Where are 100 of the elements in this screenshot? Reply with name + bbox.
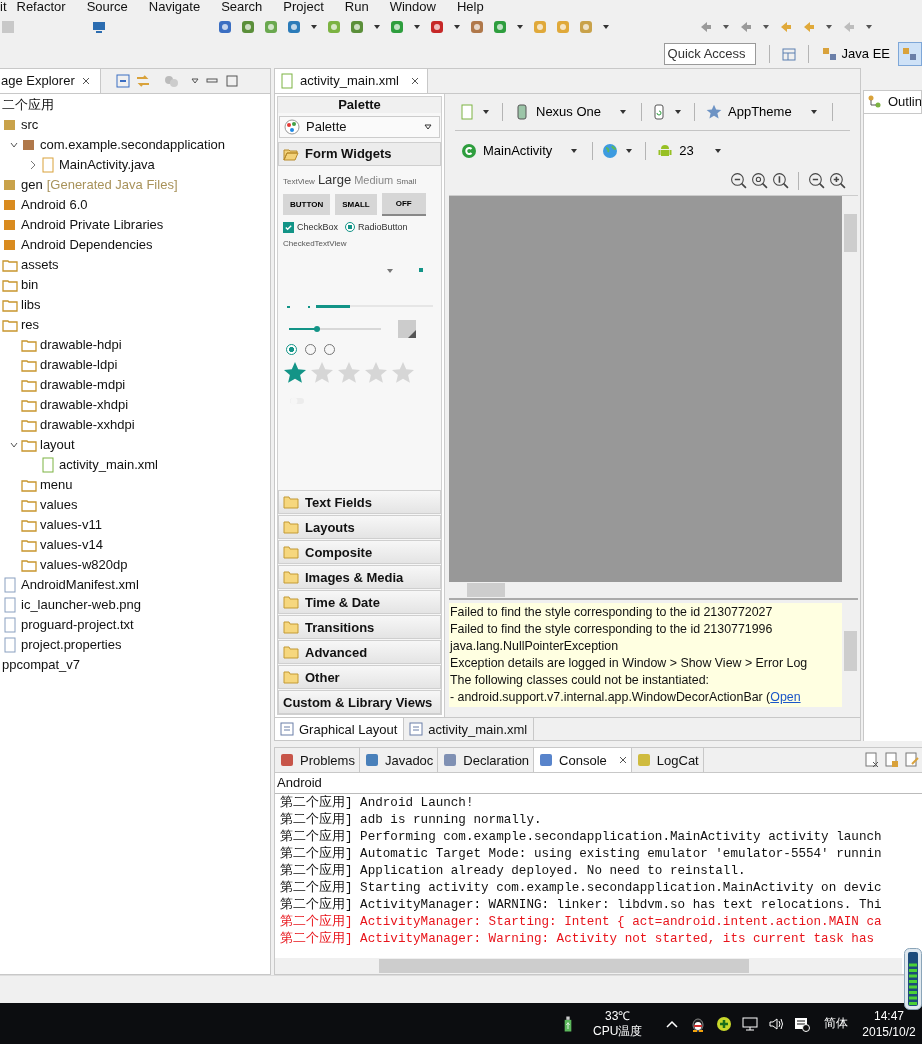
- palette-category[interactable]: Form Widgets: [278, 141, 441, 166]
- tree-item[interactable]: Android 6.0: [21, 197, 88, 212]
- palette-category[interactable]: Advanced: [278, 640, 441, 664]
- usb-drive-icon[interactable]: [563, 1014, 573, 1033]
- caret-icon[interactable]: [825, 22, 833, 31]
- tree-item[interactable]: drawable-hdpi: [40, 337, 122, 352]
- penguin-icon[interactable]: [690, 1015, 707, 1032]
- main-menu-entry[interactable]: Window: [389, 0, 436, 14]
- zoom-100-icon[interactable]: [772, 172, 789, 189]
- close-icon[interactable]: [618, 756, 627, 764]
- checked-textview-widget[interactable]: CheckedTextView: [283, 238, 436, 248]
- main-menu-entry[interactable]: Search: [221, 0, 263, 14]
- globe-icon[interactable]: [602, 142, 619, 159]
- tree-item[interactable]: values-v14: [40, 537, 103, 552]
- tree-item[interactable]: Android Private Libraries: [21, 217, 164, 232]
- open-perspective-icon[interactable]: [780, 45, 797, 62]
- tree-item[interactable]: Android Dependencies: [21, 237, 153, 252]
- zoom-in-icon[interactable]: [829, 172, 846, 189]
- tree-item[interactable]: drawable-xxhdpi: [40, 417, 135, 432]
- tree-item[interactable]: menu: [40, 477, 73, 492]
- caret-icon[interactable]: [602, 22, 610, 31]
- tree-item[interactable]: ppcompat_v7: [2, 657, 81, 672]
- tree-item[interactable]: assets: [21, 257, 59, 272]
- link-editor-icon[interactable]: [134, 72, 151, 89]
- palette-dropdown[interactable]: Palette: [279, 115, 440, 138]
- editor-mode-tab[interactable]: Graphical Layout: [275, 718, 405, 740]
- view-menu-icon[interactable]: [190, 76, 199, 85]
- palette-category[interactable]: Composite: [278, 540, 441, 564]
- tree-item[interactable]: project.properties: [21, 637, 122, 652]
- caret-icon[interactable]: [373, 22, 381, 31]
- main-menu-entry[interactable]: Project: [283, 0, 324, 14]
- zoom-real-size-icon[interactable]: [751, 172, 768, 189]
- open-link[interactable]: Open: [770, 689, 801, 704]
- view-tab[interactable]: Outlin: [863, 89, 922, 114]
- close-icon[interactable]: [81, 76, 90, 85]
- view-tab[interactable]: Javadoc: [359, 748, 439, 772]
- seekbar-track[interactable]: [289, 327, 381, 330]
- caret-icon[interactable]: [482, 107, 490, 116]
- caret-icon[interactable]: [722, 22, 730, 31]
- tree-item[interactable]: values: [40, 497, 78, 512]
- caret-icon[interactable]: [413, 22, 421, 31]
- tree-item[interactable]: values-v11: [40, 517, 102, 532]
- zoom-fit-icon[interactable]: [730, 172, 747, 189]
- caret-icon[interactable]: [625, 146, 634, 155]
- caret-icon[interactable]: [310, 22, 318, 31]
- pin-console-icon[interactable]: [904, 752, 920, 768]
- view-tab[interactable]: LogCat: [631, 748, 704, 772]
- tree-item[interactable]: src: [21, 117, 39, 132]
- palette-category[interactable]: Other: [278, 665, 441, 689]
- theme-dropdown[interactable]: AppTheme: [704, 103, 823, 120]
- button-widget[interactable]: OFF: [381, 192, 426, 216]
- zoom-out-icon[interactable]: [808, 172, 825, 189]
- tree-item[interactable]: values-w820dp: [40, 557, 128, 572]
- expand-toggle-icon[interactable]: [28, 159, 38, 170]
- tree-item[interactable]: bin: [21, 277, 39, 292]
- perspective-button[interactable]: [898, 41, 922, 66]
- tree-item[interactable]: 二个应用: [2, 95, 54, 114]
- meter-widget-drawing[interactable]: [904, 948, 922, 1010]
- textview-widget[interactable]: Large: [317, 171, 352, 187]
- clock-time[interactable]: 14:47: [874, 1007, 905, 1024]
- main-menu-entry[interactable]: Run: [344, 0, 369, 14]
- tree-item[interactable]: libs: [21, 297, 41, 312]
- activity-dropdown[interactable]: MainActivity: [459, 142, 584, 159]
- view-tab[interactable]: Problems: [275, 748, 360, 772]
- clock-date[interactable]: 2015/10/2: [862, 1023, 916, 1040]
- palette-category[interactable]: Images & Media: [278, 565, 441, 589]
- caret-icon[interactable]: [674, 107, 683, 116]
- close-icon[interactable]: [410, 76, 419, 85]
- palette-category[interactable]: Text Fields: [278, 490, 441, 514]
- palette-category[interactable]: Custom & Library Views: [278, 690, 441, 714]
- tree-item[interactable]: ic_launcher-web.png: [21, 597, 141, 612]
- tree-item[interactable]: res: [21, 317, 40, 332]
- radio-button[interactable]: [286, 343, 297, 355]
- caret-icon[interactable]: [453, 22, 461, 31]
- textview-widget[interactable]: Medium: [354, 173, 394, 186]
- caret-icon[interactable]: [762, 22, 770, 31]
- caret-icon[interactable]: [516, 22, 524, 31]
- tree-item[interactable]: com.example.secondapplication: [40, 137, 225, 152]
- radio-button[interactable]: [345, 222, 356, 232]
- tree-item[interactable]: activity_main.xml: [59, 457, 158, 472]
- tree-item[interactable]: proguard-project.txt: [21, 617, 134, 632]
- tree-item[interactable]: drawable-mdpi: [40, 377, 126, 392]
- palette-category[interactable]: Transitions: [278, 615, 441, 639]
- tree-item[interactable]: AndroidManifest.xml: [21, 577, 139, 592]
- network-icon[interactable]: [742, 1015, 759, 1032]
- palette-category[interactable]: Time & Date: [278, 590, 441, 614]
- clear-console-icon[interactable]: [864, 752, 880, 768]
- input-method-indicator[interactable]: 简体: [824, 1015, 849, 1033]
- tree-item[interactable]: MainActivity.java: [59, 157, 155, 172]
- image-placeholder-icon[interactable]: [398, 319, 416, 338]
- checkbox[interactable]: [283, 221, 294, 233]
- tree-item[interactable]: gen: [21, 177, 43, 192]
- tree-item[interactable]: layout: [40, 437, 75, 452]
- caret-icon[interactable]: [865, 22, 873, 31]
- button-widget[interactable]: SMALL: [335, 193, 377, 215]
- view-tab[interactable]: age Explorer: [0, 68, 101, 93]
- device-dropdown[interactable]: Nexus One: [512, 103, 633, 120]
- editor-mode-tab[interactable]: activity_main.xml: [404, 718, 535, 740]
- perspective-button[interactable]: Java EE: [817, 41, 894, 66]
- main-menu-entry[interactable]: Refactor: [16, 0, 66, 14]
